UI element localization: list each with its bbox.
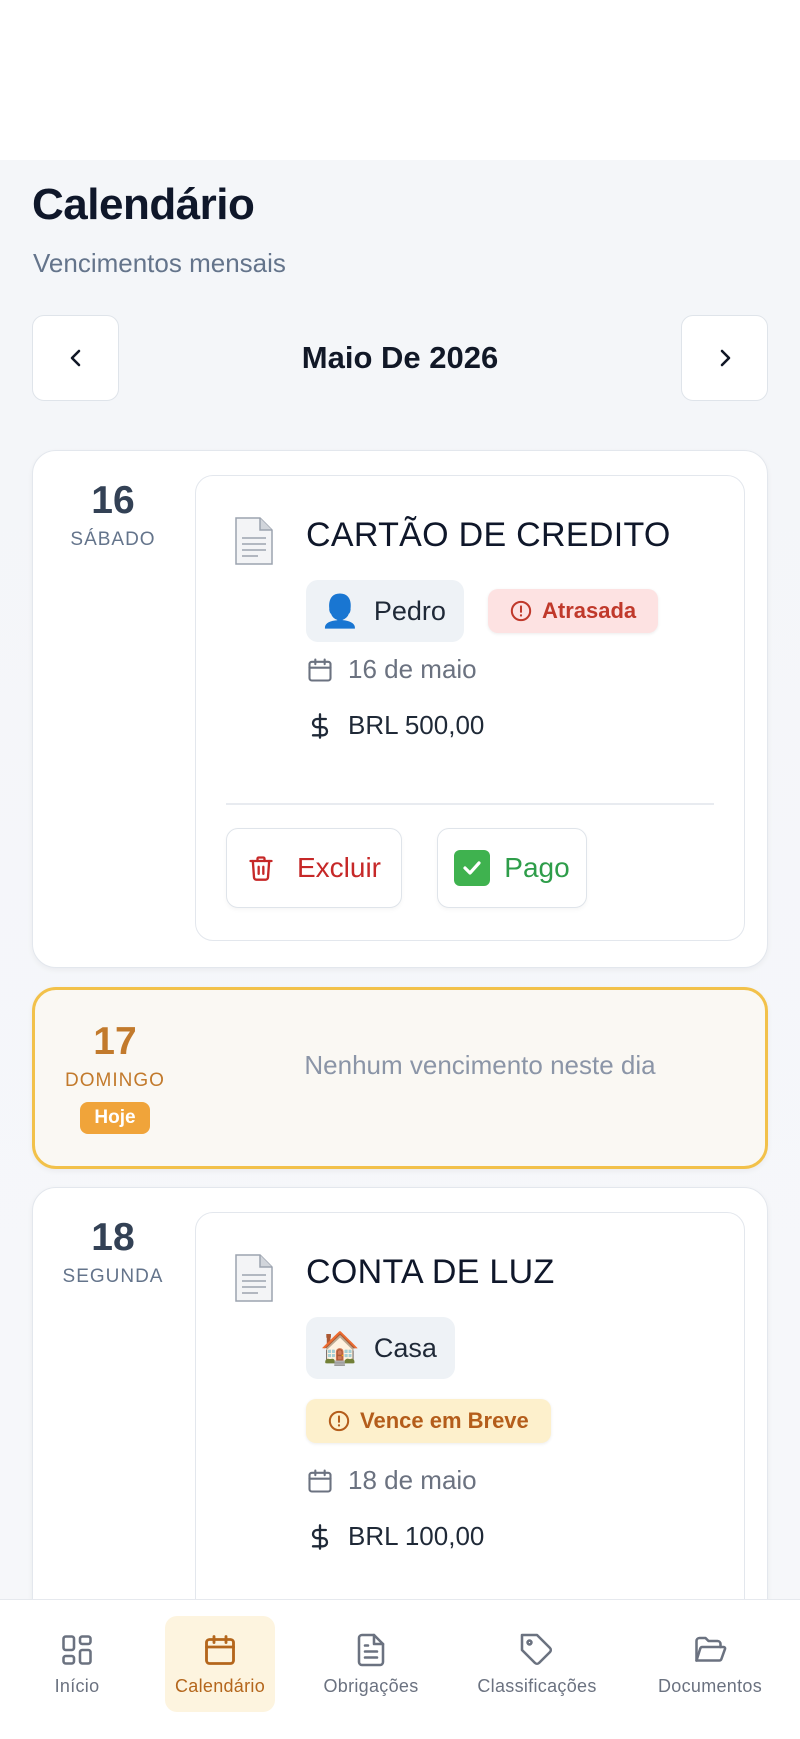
tab-documentos[interactable]: Documentos (646, 1616, 774, 1712)
day-header: 17 DOMINGO Hoje (35, 1020, 195, 1134)
day-weekday: DOMINGO (65, 1070, 165, 1091)
day-card: 18 SEGUNDA CONTA DE LUZ 🏠 Casa Vence em … (32, 1187, 768, 1599)
delete-button[interactable]: Excluir (226, 828, 402, 908)
tab-label: Obrigações (323, 1675, 419, 1696)
alert-circle-icon (328, 1410, 350, 1432)
person-icon: 👤 (320, 593, 360, 629)
calendar-icon (205, 1634, 235, 1665)
folder-open-icon (695, 1636, 727, 1662)
day-number: 17 (93, 1020, 137, 1063)
day-weekday: SÁBADO (70, 529, 156, 550)
classification-chip: 🏠 Casa (306, 1317, 455, 1379)
trash-icon (249, 856, 273, 881)
tab-inicio[interactable]: Início (30, 1616, 124, 1712)
status-label: Vence em Breve (360, 1408, 529, 1433)
bottom-nav: Início Calendário Obrigações Classificaç… (0, 1599, 800, 1739)
day-card: 16 SÁBADO CARTÃO DE CREDITO 👤 Pedro Atra… (32, 450, 768, 968)
classification-chip: 👤 Pedro (306, 580, 464, 642)
day-header: 18 SEGUNDA (33, 1216, 193, 1288)
status-badge: Vence em Breve (306, 1399, 551, 1443)
amount-row: BRL 500,00 (306, 710, 484, 741)
amount-value: BRL 500,00 (348, 710, 485, 740)
grid-icon (62, 1634, 92, 1665)
divider (226, 803, 714, 805)
page-subtitle: Vencimentos mensais (33, 248, 286, 278)
due-date-row: 18 de maio (306, 1465, 477, 1496)
day-card-today: 17 DOMINGO Hoje Nenhum vencimento neste … (32, 987, 768, 1169)
tab-obrigacoes[interactable]: Obrigações (312, 1616, 430, 1712)
due-date: 16 de maio (348, 654, 477, 684)
month-label: Maio De 2026 (301, 340, 499, 375)
alert-circle-icon (510, 600, 532, 622)
tab-label: Classificações (477, 1675, 597, 1696)
page-title: Calendário (32, 180, 255, 229)
status-badge: Atrasada (488, 589, 659, 633)
obligation-title: CONTA DE LUZ (306, 1253, 555, 1291)
dollar-icon (311, 1523, 329, 1550)
tab-calendario[interactable]: Calendário (165, 1616, 275, 1712)
amount-row: BRL 100,00 (306, 1521, 484, 1552)
day-number: 18 (91, 1216, 135, 1259)
today-badge: Hoje (80, 1102, 150, 1134)
amount-value: BRL 100,00 (348, 1521, 485, 1551)
delete-label: Excluir (296, 852, 381, 883)
day-number: 16 (91, 479, 135, 522)
tab-label: Calendário (174, 1675, 266, 1696)
document-icon (235, 1254, 273, 1302)
obligation-card[interactable]: CONTA DE LUZ 🏠 Casa Vence em Breve 18 de… (195, 1212, 745, 1599)
day-weekday: SEGUNDA (62, 1266, 164, 1287)
status-label: Atrasada (542, 598, 637, 623)
mark-paid-button[interactable]: Pago (437, 828, 587, 908)
file-text-icon (357, 1633, 385, 1666)
check-icon (454, 850, 491, 886)
tag-icon (520, 1633, 553, 1665)
classification-label: Casa (373, 1332, 437, 1363)
next-month-button[interactable] (681, 315, 768, 401)
day-header: 16 SÁBADO (33, 479, 193, 551)
obligation-card[interactable]: CARTÃO DE CREDITO 👤 Pedro Atrasada 16 de… (195, 475, 745, 941)
dollar-icon (311, 712, 329, 739)
house-icon: 🏠 (320, 1330, 360, 1366)
chevron-left-icon (70, 349, 80, 367)
due-date-row: 16 de maio (306, 654, 477, 685)
paid-label: Pago (504, 852, 570, 883)
calendar-icon (308, 657, 332, 682)
obligation-title: CARTÃO DE CREDITO (306, 516, 671, 554)
tab-classificacoes[interactable]: Classificações (466, 1616, 608, 1712)
status-bar-area (0, 0, 800, 160)
prev-month-button[interactable] (32, 315, 119, 401)
calendar-icon (308, 1468, 332, 1493)
empty-day-message: Nenhum vencimento neste dia (304, 1050, 656, 1080)
tab-label: Documentos (657, 1675, 763, 1696)
main-content: Calendário Vencimentos mensais Maio De 2… (0, 160, 800, 1599)
document-icon (235, 517, 273, 565)
chevron-right-icon (720, 349, 730, 367)
classification-label: Pedro (373, 595, 446, 626)
due-date: 18 de maio (348, 1465, 477, 1495)
tab-label: Início (54, 1675, 100, 1696)
